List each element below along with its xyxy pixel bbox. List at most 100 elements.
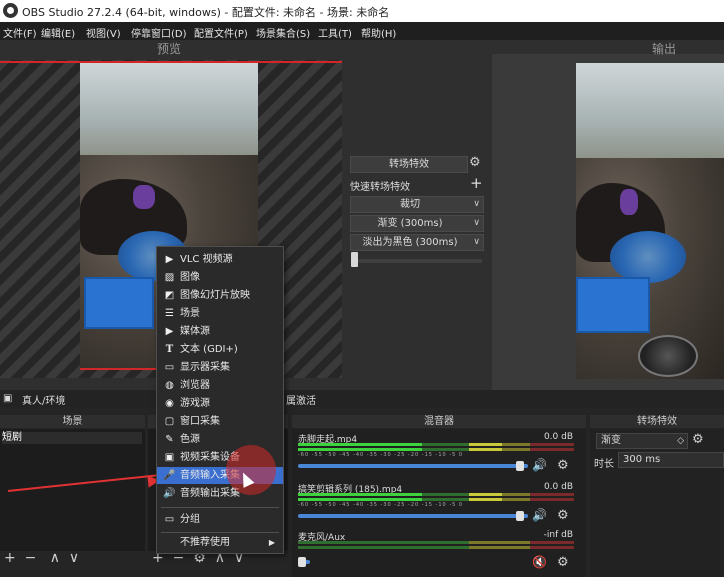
- video-blue-crate: [84, 277, 154, 329]
- title-bar: OBS Studio 27.2.4 (64-bit, windows) - 配置…: [0, 0, 724, 22]
- muted-speaker-icon[interactable]: 🔇: [532, 555, 547, 569]
- click-highlight: [226, 445, 276, 495]
- scene-item[interactable]: 短剧: [2, 432, 142, 444]
- menu-item-deprecated[interactable]: 不推荐使用 ▶: [157, 534, 283, 551]
- submenu-arrow-icon: ▶: [268, 538, 275, 547]
- gear-icon[interactable]: ⚙: [557, 508, 569, 523]
- image-icon: ▨: [164, 272, 175, 283]
- chevron-down-icon: ∨: [473, 218, 480, 228]
- tab-properties[interactable]: 属激活: [286, 392, 316, 407]
- scene-toolbar: + − ∧ ∨: [4, 550, 79, 566]
- chevron-down-icon: ∨: [473, 237, 480, 247]
- transition-button[interactable]: 转场特效: [350, 156, 468, 173]
- menu-item-label: 色源: [180, 434, 200, 445]
- menu-view[interactable]: 视图(V): [86, 25, 121, 40]
- menu-help[interactable]: 帮助(H): [361, 25, 396, 40]
- audio-meter: [298, 546, 574, 549]
- output-label: 输出: [652, 42, 677, 56]
- menu-item-group[interactable]: ▭ 分组: [157, 511, 283, 528]
- camera-icon: ▣: [164, 452, 175, 463]
- window-icon: ▢: [164, 416, 175, 427]
- output-video-frame: [576, 63, 724, 379]
- speaker-icon[interactable]: 🔊: [532, 458, 547, 472]
- mixer-track-db: 0.0 dB: [543, 432, 573, 442]
- minus-icon[interactable]: −: [25, 550, 37, 566]
- video-purple-shoe: [133, 185, 155, 210]
- plus-icon[interactable]: +: [470, 174, 483, 192]
- gear-icon[interactable]: ⚙: [469, 155, 481, 170]
- gear-icon[interactable]: ⚙: [557, 458, 569, 473]
- mixer-track-db: -inf dB: [543, 530, 573, 540]
- menu-separator: [161, 532, 279, 533]
- volume-handle[interactable]: [298, 557, 306, 567]
- audio-meter: [298, 541, 574, 544]
- chevron-up-icon[interactable]: ∧: [50, 550, 60, 566]
- volume-handle[interactable]: [516, 511, 524, 521]
- text-icon: T: [165, 344, 174, 355]
- chevron-down-icon[interactable]: ∨: [69, 550, 79, 566]
- obs-logo-icon: [3, 3, 18, 18]
- menu-item-label: 分组: [180, 514, 200, 525]
- menu-scene-collection[interactable]: 场景集合(S): [256, 25, 310, 40]
- play-icon: ▶: [165, 254, 174, 265]
- speaker-icon[interactable]: 🔊: [532, 508, 547, 522]
- tab-real-person-env[interactable]: 真人/环境: [22, 392, 65, 407]
- monitor-icon: ▭: [164, 362, 175, 373]
- slideshow-icon: ◩: [164, 290, 175, 301]
- tbar-handle[interactable]: [351, 252, 358, 267]
- mixer-dock-title: 混音器: [424, 416, 454, 427]
- tbar-track[interactable]: [352, 259, 482, 263]
- menu-item-display-capture[interactable]: ▭ 显示器采集: [157, 359, 283, 376]
- volume-slider[interactable]: [298, 514, 528, 518]
- scenes-dock-title: 场景: [62, 416, 83, 427]
- menu-item-label: 场景: [180, 308, 200, 319]
- menu-profile[interactable]: 配置文件(P): [194, 25, 248, 40]
- transition-cut-label: 裁切: [400, 199, 420, 210]
- menu-item-label: 图像: [180, 272, 200, 283]
- transition-select[interactable]: 渐变 ◇: [596, 433, 688, 449]
- plus-icon[interactable]: +: [4, 550, 16, 566]
- video-bucket: [638, 335, 698, 377]
- menu-item-label: 显示器采集: [180, 362, 230, 373]
- microphone-icon: 🎤: [163, 470, 176, 481]
- speaker-icon: 🔊: [163, 488, 176, 499]
- menu-file[interactable]: 文件(F): [3, 25, 37, 40]
- menu-tools[interactable]: 工具(T): [318, 25, 352, 40]
- transition-fade-black-label: 淡出为黑色 (300ms): [362, 237, 458, 248]
- menu-item-text-gdi[interactable]: T 文本 (GDI+): [157, 341, 283, 358]
- menu-item-vlc-source[interactable]: ▶ VLC 视频源: [157, 251, 283, 268]
- menu-item-browser[interactable]: ◍ 浏览器: [157, 377, 283, 394]
- scenes-dock-header: 场景: [0, 415, 145, 428]
- menu-docks[interactable]: 停靠窗口(D): [131, 25, 187, 40]
- volume-handle[interactable]: [516, 461, 524, 471]
- menu-item-media-source[interactable]: ▶ 媒体源: [157, 323, 283, 340]
- updown-icon: ◇: [677, 436, 684, 446]
- duration-input[interactable]: 300 ms: [618, 452, 724, 468]
- menu-item-game-capture[interactable]: ◉ 游戏源: [157, 395, 283, 412]
- audio-meter: [298, 493, 574, 496]
- window-title: OBS Studio 27.2.4 (64-bit, windows) - 配置…: [22, 6, 390, 19]
- menu-edit[interactable]: 编辑(E): [41, 25, 75, 40]
- menu-item-image-slideshow[interactable]: ◩ 图像幻灯片放映: [157, 287, 283, 304]
- menu-item-color-source[interactable]: ✎ 色源: [157, 431, 283, 448]
- video-blue-basin: [610, 231, 686, 283]
- gear-icon[interactable]: ⚙: [557, 555, 569, 570]
- video-water-area: [576, 63, 724, 165]
- list-icon: ☰: [165, 308, 174, 319]
- menu-item-window-capture[interactable]: ▢ 窗口采集: [157, 413, 283, 430]
- video-purple-shoe: [620, 189, 639, 215]
- menu-item-image[interactable]: ▨ 图像: [157, 269, 283, 286]
- menu-item-label: 文本 (GDI+): [180, 344, 238, 355]
- menu-item-scene[interactable]: ☰ 场景: [157, 305, 283, 322]
- volume-slider[interactable]: [298, 464, 528, 468]
- transition-fade-to-black-button[interactable]: 淡出为黑色 (300ms) ∨: [350, 234, 484, 251]
- mixer-track-db: 0.0 dB: [543, 482, 573, 492]
- mixer-dock-header: 混音器: [292, 415, 586, 428]
- transition-cut-button[interactable]: 裁切 ∨: [350, 196, 484, 213]
- menu-item-label: 媒体源: [180, 326, 210, 337]
- duration-label: 时长: [594, 459, 614, 470]
- menu-bar: 文件(F) 编辑(E) 视图(V) 停靠窗口(D) 配置文件(P) 场景集合(S…: [0, 22, 724, 40]
- transition-fade-button[interactable]: 渐变 (300ms) ∨: [350, 215, 484, 232]
- scene-item-label: 短剧: [2, 432, 22, 443]
- gear-icon[interactable]: ⚙: [692, 432, 704, 447]
